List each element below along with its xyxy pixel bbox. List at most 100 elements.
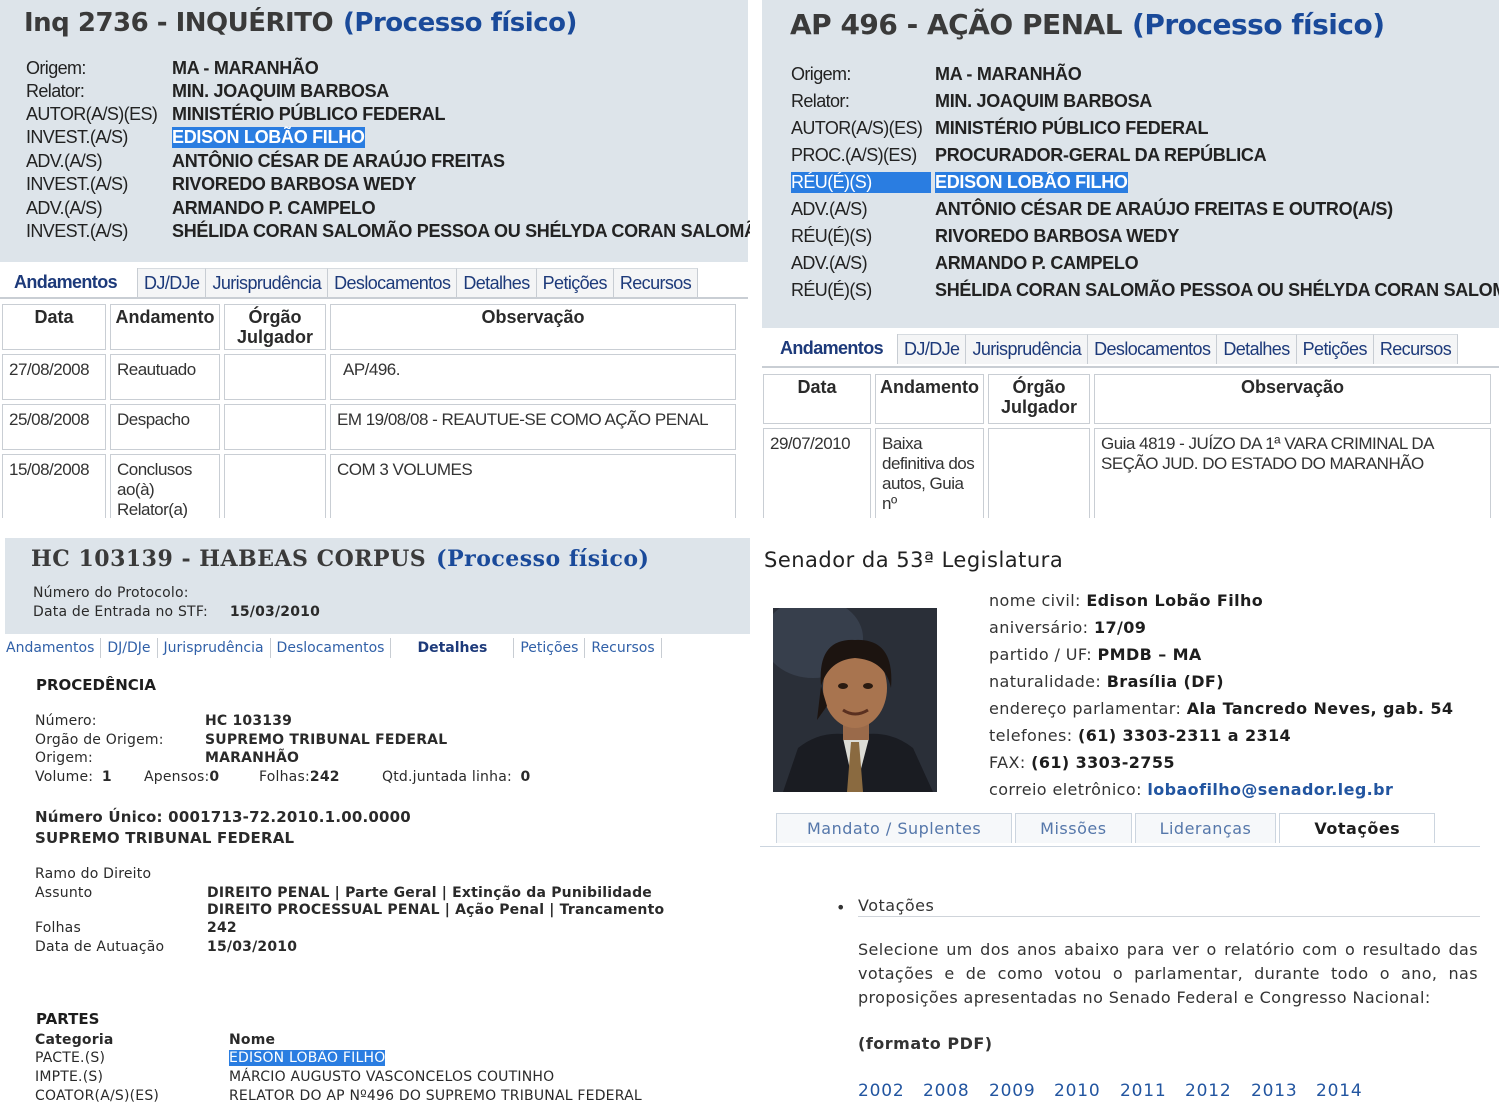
ap-title: AP 496 - AÇÃO PENAL (Processo físico)	[790, 8, 1385, 41]
year-link-2013[interactable]: 2013	[1251, 1081, 1297, 1101]
inq-tab-detalhes[interactable]: Detalhes	[457, 268, 537, 298]
inq-header-box: Inq 2736 - INQUÉRITO (Processo físico) Or…	[0, 0, 750, 262]
tab-votacoes[interactable]: Votações	[1279, 813, 1436, 843]
hc-assunto-1: DIREITO PENAL | Parte Geral | Extinção d…	[207, 885, 652, 901]
bullet-icon: •	[836, 898, 846, 917]
col-header-observacao: Observação	[330, 304, 736, 350]
ap-row-value: MA - MARANHÃO	[935, 64, 1082, 84]
cell-data: 27/08/2008	[2, 354, 106, 400]
ap-tab-andamentos[interactable]: Andamentos	[762, 334, 899, 364]
hc-protocolo-row: Número do Protocolo:	[33, 585, 189, 601]
year-link-2012[interactable]: 2012	[1185, 1081, 1231, 1101]
inq-row-value: ARMANDO P. CAMPELO	[172, 198, 376, 218]
hc-apensos-label: Apensos:	[144, 769, 210, 785]
cell-observacao: AP/496.	[330, 354, 736, 400]
ap-tab-deslocamentos[interactable]: Deslocamentos	[1088, 334, 1218, 364]
ap-row-value: MINISTÉRIO PÚBLICO FEDERAL	[935, 118, 1209, 138]
hc-autuacao-value: 15/03/2010	[207, 939, 298, 955]
ap-tab-peticoes[interactable]: Petições	[1296, 334, 1374, 364]
senador-field-label: endereço parlamentar:	[989, 699, 1182, 718]
inq-row-value-highlighted[interactable]: EDISON LOBÃO FILHO	[172, 127, 365, 148]
year-link-2011[interactable]: 2011	[1120, 1081, 1166, 1101]
hc-tab-djdje[interactable]: DJ/DJe	[101, 638, 158, 658]
ap-row-value: RIVOREDO BARBOSA WEDY	[935, 226, 1180, 246]
year-link-2010[interactable]: 2010	[1054, 1081, 1100, 1101]
col-header-orgao: Órgão Julgador	[988, 374, 1090, 424]
cell-andamento: Conclusos ao(à) Relator(a)	[110, 454, 220, 518]
hc-tab-jurisprudencia[interactable]: Jurisprudência	[157, 638, 271, 658]
senador-email-link[interactable]: lobaofilho@senador.leg.br	[1147, 780, 1393, 799]
hc-apensos-row: Apensos:0	[144, 769, 219, 785]
hc-origem-label: Origem:	[35, 750, 93, 766]
inq-row-value: SHÉLIDA CORAN SALOMÃO PESSOA OU SHÉLYDA …	[172, 221, 750, 241]
senator-portrait-image	[773, 608, 937, 792]
hc-tab-recursos[interactable]: Recursos	[585, 638, 662, 658]
col-header-data: Data	[763, 374, 871, 424]
ap-row-label: RÉU(É)(S)	[791, 280, 872, 300]
hc-tab-andamentos[interactable]: Andamentos	[0, 638, 102, 658]
hc-folhas-label: Folhas:	[259, 769, 310, 785]
inq-tab-andamentos[interactable]: Andamentos	[0, 268, 139, 298]
inq-tab-peticoes[interactable]: Petições	[536, 268, 614, 298]
hc-fisico-label: (Processo físico)	[436, 546, 650, 572]
inq-row-label: Origem:	[26, 58, 86, 78]
hc-tab-peticoes[interactable]: Petições	[514, 638, 586, 658]
hc-parte-nome: MÁRCIO AUGUSTO VASCONCELOS COUTINHO	[229, 1069, 555, 1085]
hc-categoria-header: Categoria	[35, 1032, 114, 1048]
ap-row-value-highlighted[interactable]: EDISON LOBÃO FILHO	[935, 172, 1128, 193]
senador-email-label: correio eletrônico:	[989, 780, 1142, 799]
inq-title: Inq 2736 - INQUÉRITO (Processo físico)	[24, 8, 577, 38]
ap-tab-detalhes[interactable]: Detalhes	[1217, 334, 1297, 364]
cell-observacao: EM 19/08/08 - REAUTUE-SE COMO AÇÃO PENAL	[330, 404, 736, 450]
ap-tabs-divider	[762, 366, 1499, 368]
hc-entrada-row: Data de Entrada no STF: 15/03/2010	[33, 604, 320, 620]
cell-observacao: Guia 4819 - JUÍZO DA 1ª VARA CRIMINAL DA…	[1094, 428, 1491, 518]
hc-origem-value: MARANHÃO	[205, 750, 300, 766]
inq-row-label: AUTOR(A/S)(ES)	[26, 104, 158, 124]
year-link-2014[interactable]: 2014	[1316, 1081, 1362, 1101]
inq-tab-deslocamentos[interactable]: Deslocamentos	[328, 268, 458, 298]
hc-folhas-row: Folhas:242	[259, 769, 340, 785]
cell-orgao	[988, 428, 1090, 518]
ap-row-label: PROC.(A/S)(ES)	[791, 145, 917, 165]
hc-parte-categoria: IMPTE.(S)	[35, 1069, 104, 1085]
hc-parte-nome-highlighted[interactable]: EDISON LOBÃO FILHO	[229, 1050, 386, 1066]
tab-missoes[interactable]: Missões	[1015, 813, 1132, 843]
votacoes-divider	[858, 916, 1480, 917]
year-link-2009[interactable]: 2009	[989, 1081, 1035, 1101]
hc-tab-deslocamentos[interactable]: Deslocamentos	[270, 638, 392, 658]
inq-row-value: RIVOREDO BARBOSA WEDY	[172, 174, 417, 194]
ap-row-label: RÉU(É)(S)	[791, 226, 872, 246]
senador-field-email: correio eletrônico: lobaofilho@senador.l…	[989, 780, 1393, 799]
hc-procedencia-title: PROCEDÊNCIA	[36, 676, 156, 694]
ap-row-value: PROCURADOR-GERAL DA REPÚBLICA	[935, 145, 1267, 165]
year-link-2008[interactable]: 2008	[923, 1081, 969, 1101]
senador-field-label: aniversário:	[989, 618, 1089, 637]
col-header-orgao: Órgão Julgador	[224, 304, 326, 350]
ap-tab-recursos[interactable]: Recursos	[1373, 334, 1459, 364]
tab-liderancas[interactable]: Lideranças	[1134, 813, 1277, 843]
hc-parte-categoria: COATOR(A/S)(ES)	[35, 1088, 160, 1104]
hc-tab-detalhes[interactable]: Detalhes	[391, 638, 515, 658]
ap-tab-djdje[interactable]: DJ/DJe	[898, 334, 967, 364]
cell-orgao	[224, 404, 326, 450]
inq-panel: Inq 2736 - INQUÉRITO (Processo físico) Or…	[0, 0, 750, 518]
inq-tab-djdje[interactable]: DJ/DJe	[138, 268, 207, 298]
senador-field-value: Brasília (DF)	[1106, 672, 1224, 691]
hc-qtd-row: Qtd.juntada linha: 0	[382, 769, 531, 785]
col-header-observacao: Observação	[1094, 374, 1491, 424]
inq-tab-recursos[interactable]: Recursos	[613, 268, 699, 298]
table-row: 25/08/2008 Despacho EM 19/08/08 - REAUTU…	[2, 404, 736, 450]
hc-numero-label: Número:	[35, 713, 97, 729]
tab-mandato-suplentes[interactable]: Mandato / Suplentes	[776, 813, 1013, 843]
hc-apensos-value: 0	[209, 769, 220, 785]
senador-field-value: Edison Lobão Filho	[1086, 591, 1264, 610]
ap-row-label-highlighted[interactable]: RÉU(É)(S)	[791, 172, 931, 193]
senador-title: Senador da 53ª Legislatura	[764, 548, 1064, 572]
hc-numero-value-wrap: HC 103139	[205, 713, 292, 729]
year-link-2002[interactable]: 2002	[858, 1081, 904, 1101]
inq-tab-jurisprudencia[interactable]: Jurisprudência	[206, 268, 329, 298]
cell-observacao: COM 3 VOLUMES	[330, 454, 736, 518]
hc-parte-nome: RELATOR DO AP Nº496 DO SUPREMO TRIBUNAL …	[229, 1088, 642, 1104]
ap-tab-jurisprudencia[interactable]: Jurisprudência	[966, 334, 1089, 364]
